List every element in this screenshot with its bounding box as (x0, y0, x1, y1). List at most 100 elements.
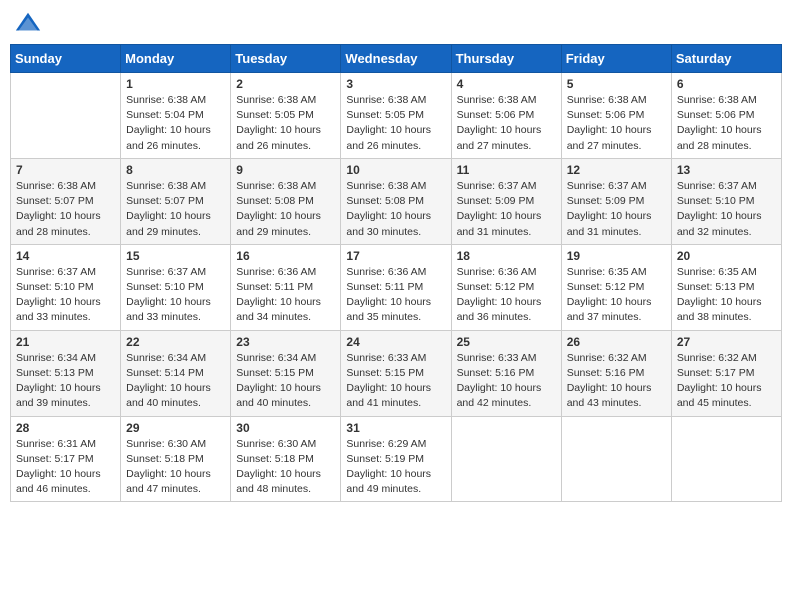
day-info: Sunrise: 6:37 AMSunset: 5:10 PMDaylight:… (16, 265, 115, 326)
day-number: 11 (457, 163, 556, 177)
calendar-cell: 19 Sunrise: 6:35 AMSunset: 5:12 PMDayligh… (561, 244, 671, 330)
calendar-cell (11, 73, 121, 159)
day-number: 1 (126, 77, 225, 91)
weekday-header-tuesday: Tuesday (231, 45, 341, 73)
day-info: Sunrise: 6:35 AMSunset: 5:12 PMDaylight:… (567, 265, 666, 326)
day-info: Sunrise: 6:38 AMSunset: 5:06 PMDaylight:… (457, 93, 556, 154)
day-info: Sunrise: 6:33 AMSunset: 5:16 PMDaylight:… (457, 351, 556, 412)
day-info: Sunrise: 6:37 AMSunset: 5:10 PMDaylight:… (126, 265, 225, 326)
day-number: 7 (16, 163, 115, 177)
day-number: 28 (16, 421, 115, 435)
day-number: 22 (126, 335, 225, 349)
day-info: Sunrise: 6:38 AMSunset: 5:06 PMDaylight:… (567, 93, 666, 154)
calendar-cell: 28 Sunrise: 6:31 AMSunset: 5:17 PMDayligh… (11, 416, 121, 502)
day-number: 5 (567, 77, 666, 91)
day-info: Sunrise: 6:30 AMSunset: 5:18 PMDaylight:… (236, 437, 335, 498)
day-info: Sunrise: 6:32 AMSunset: 5:17 PMDaylight:… (677, 351, 776, 412)
calendar-cell: 29Sunrise: 6:30 AMSunset: 5:18 PMDayligh… (121, 416, 231, 502)
calendar-cell: 24Sunrise: 6:33 AMSunset: 5:15 PMDayligh… (341, 330, 451, 416)
day-number: 26 (567, 335, 666, 349)
logo-icon (14, 10, 42, 38)
calendar-cell: 15 Sunrise: 6:37 AMSunset: 5:10 PMDayligh… (121, 244, 231, 330)
weekday-header-row: SundayMondayTuesdayWednesdayThursdayFrid… (11, 45, 782, 73)
calendar-cell: 23 Sunrise: 6:34 AMSunset: 5:15 PMDayligh… (231, 330, 341, 416)
calendar-cell: 3 Sunrise: 6:38 AMSunset: 5:05 PMDaylight… (341, 73, 451, 159)
weekday-header-monday: Monday (121, 45, 231, 73)
calendar-cell: 27 Sunrise: 6:32 AMSunset: 5:17 PMDayligh… (671, 330, 781, 416)
calendar-cell: 10Sunrise: 6:38 AMSunset: 5:08 PMDayligh… (341, 158, 451, 244)
day-number: 29 (126, 421, 225, 435)
day-number: 8 (126, 163, 225, 177)
calendar-cell: 31 Sunrise: 6:29 AMSunset: 5:19 PMDayligh… (341, 416, 451, 502)
calendar-cell (561, 416, 671, 502)
calendar-cell: 5 Sunrise: 6:38 AMSunset: 5:06 PMDaylight… (561, 73, 671, 159)
day-info: Sunrise: 6:36 AMSunset: 5:11 PMDaylight:… (236, 265, 335, 326)
day-number: 4 (457, 77, 556, 91)
day-number: 19 (567, 249, 666, 263)
calendar-cell: 17 Sunrise: 6:36 AMSunset: 5:11 PMDayligh… (341, 244, 451, 330)
day-info: Sunrise: 6:33 AMSunset: 5:15 PMDaylight:… (346, 351, 445, 412)
calendar-cell: 26 Sunrise: 6:32 AMSunset: 5:16 PMDayligh… (561, 330, 671, 416)
calendar-table: SundayMondayTuesdayWednesdayThursdayFrid… (10, 44, 782, 502)
calendar-cell: 12 Sunrise: 6:37 AMSunset: 5:09 PMDayligh… (561, 158, 671, 244)
day-number: 14 (16, 249, 115, 263)
calendar-cell: 22 Sunrise: 6:34 AMSunset: 5:14 PMDayligh… (121, 330, 231, 416)
day-info: Sunrise: 6:37 AMSunset: 5:10 PMDaylight:… (677, 179, 776, 240)
day-info: Sunrise: 6:38 AMSunset: 5:06 PMDaylight:… (677, 93, 776, 154)
day-info: Sunrise: 6:38 AMSunset: 5:08 PMDaylight:… (236, 179, 335, 240)
weekday-header-friday: Friday (561, 45, 671, 73)
calendar-cell: 13 Sunrise: 6:37 AMSunset: 5:10 PMDayligh… (671, 158, 781, 244)
day-info: Sunrise: 6:38 AMSunset: 5:05 PMDaylight:… (236, 93, 335, 154)
day-info: Sunrise: 6:29 AMSunset: 5:19 PMDaylight:… (346, 437, 445, 498)
day-number: 27 (677, 335, 776, 349)
calendar-week-row: 14 Sunrise: 6:37 AMSunset: 5:10 PMDayligh… (11, 244, 782, 330)
calendar-cell: 9 Sunrise: 6:38 AMSunset: 5:08 PMDaylight… (231, 158, 341, 244)
calendar-cell: 1 Sunrise: 6:38 AMSunset: 5:04 PMDaylight… (121, 73, 231, 159)
calendar-cell (671, 416, 781, 502)
day-info: Sunrise: 6:32 AMSunset: 5:16 PMDaylight:… (567, 351, 666, 412)
day-number: 15 (126, 249, 225, 263)
calendar-week-row: 21 Sunrise: 6:34 AMSunset: 5:13 PMDayligh… (11, 330, 782, 416)
day-info: Sunrise: 6:38 AMSunset: 5:05 PMDaylight:… (346, 93, 445, 154)
logo (14, 10, 46, 38)
day-number: 23 (236, 335, 335, 349)
calendar-cell: 21 Sunrise: 6:34 AMSunset: 5:13 PMDayligh… (11, 330, 121, 416)
calendar-cell: 6 Sunrise: 6:38 AMSunset: 5:06 PMDaylight… (671, 73, 781, 159)
day-number: 12 (567, 163, 666, 177)
calendar-cell: 18 Sunrise: 6:36 AMSunset: 5:12 PMDayligh… (451, 244, 561, 330)
day-info: Sunrise: 6:38 AMSunset: 5:08 PMDaylight:… (346, 179, 445, 240)
calendar-cell: 14 Sunrise: 6:37 AMSunset: 5:10 PMDayligh… (11, 244, 121, 330)
day-info: Sunrise: 6:38 AMSunset: 5:07 PMDaylight:… (16, 179, 115, 240)
day-number: 3 (346, 77, 445, 91)
day-number: 31 (346, 421, 445, 435)
day-number: 2 (236, 77, 335, 91)
day-info: Sunrise: 6:34 AMSunset: 5:13 PMDaylight:… (16, 351, 115, 412)
day-number: 13 (677, 163, 776, 177)
day-info: Sunrise: 6:34 AMSunset: 5:14 PMDaylight:… (126, 351, 225, 412)
day-info: Sunrise: 6:34 AMSunset: 5:15 PMDaylight:… (236, 351, 335, 412)
day-number: 18 (457, 249, 556, 263)
weekday-header-saturday: Saturday (671, 45, 781, 73)
day-number: 20 (677, 249, 776, 263)
day-number: 17 (346, 249, 445, 263)
day-info: Sunrise: 6:38 AMSunset: 5:07 PMDaylight:… (126, 179, 225, 240)
day-number: 21 (16, 335, 115, 349)
calendar-week-row: 1 Sunrise: 6:38 AMSunset: 5:04 PMDaylight… (11, 73, 782, 159)
calendar-week-row: 7 Sunrise: 6:38 AMSunset: 5:07 PMDaylight… (11, 158, 782, 244)
calendar-cell: 16 Sunrise: 6:36 AMSunset: 5:11 PMDayligh… (231, 244, 341, 330)
calendar-week-row: 28 Sunrise: 6:31 AMSunset: 5:17 PMDayligh… (11, 416, 782, 502)
page-header (10, 10, 782, 38)
day-info: Sunrise: 6:38 AMSunset: 5:04 PMDaylight:… (126, 93, 225, 154)
day-number: 30 (236, 421, 335, 435)
day-number: 16 (236, 249, 335, 263)
day-info: Sunrise: 6:36 AMSunset: 5:12 PMDaylight:… (457, 265, 556, 326)
day-number: 9 (236, 163, 335, 177)
day-info: Sunrise: 6:37 AMSunset: 5:09 PMDaylight:… (567, 179, 666, 240)
day-info: Sunrise: 6:36 AMSunset: 5:11 PMDaylight:… (346, 265, 445, 326)
calendar-cell: 4 Sunrise: 6:38 AMSunset: 5:06 PMDaylight… (451, 73, 561, 159)
calendar-cell: 8 Sunrise: 6:38 AMSunset: 5:07 PMDaylight… (121, 158, 231, 244)
calendar-cell (451, 416, 561, 502)
day-info: Sunrise: 6:31 AMSunset: 5:17 PMDaylight:… (16, 437, 115, 498)
day-number: 6 (677, 77, 776, 91)
weekday-header-thursday: Thursday (451, 45, 561, 73)
